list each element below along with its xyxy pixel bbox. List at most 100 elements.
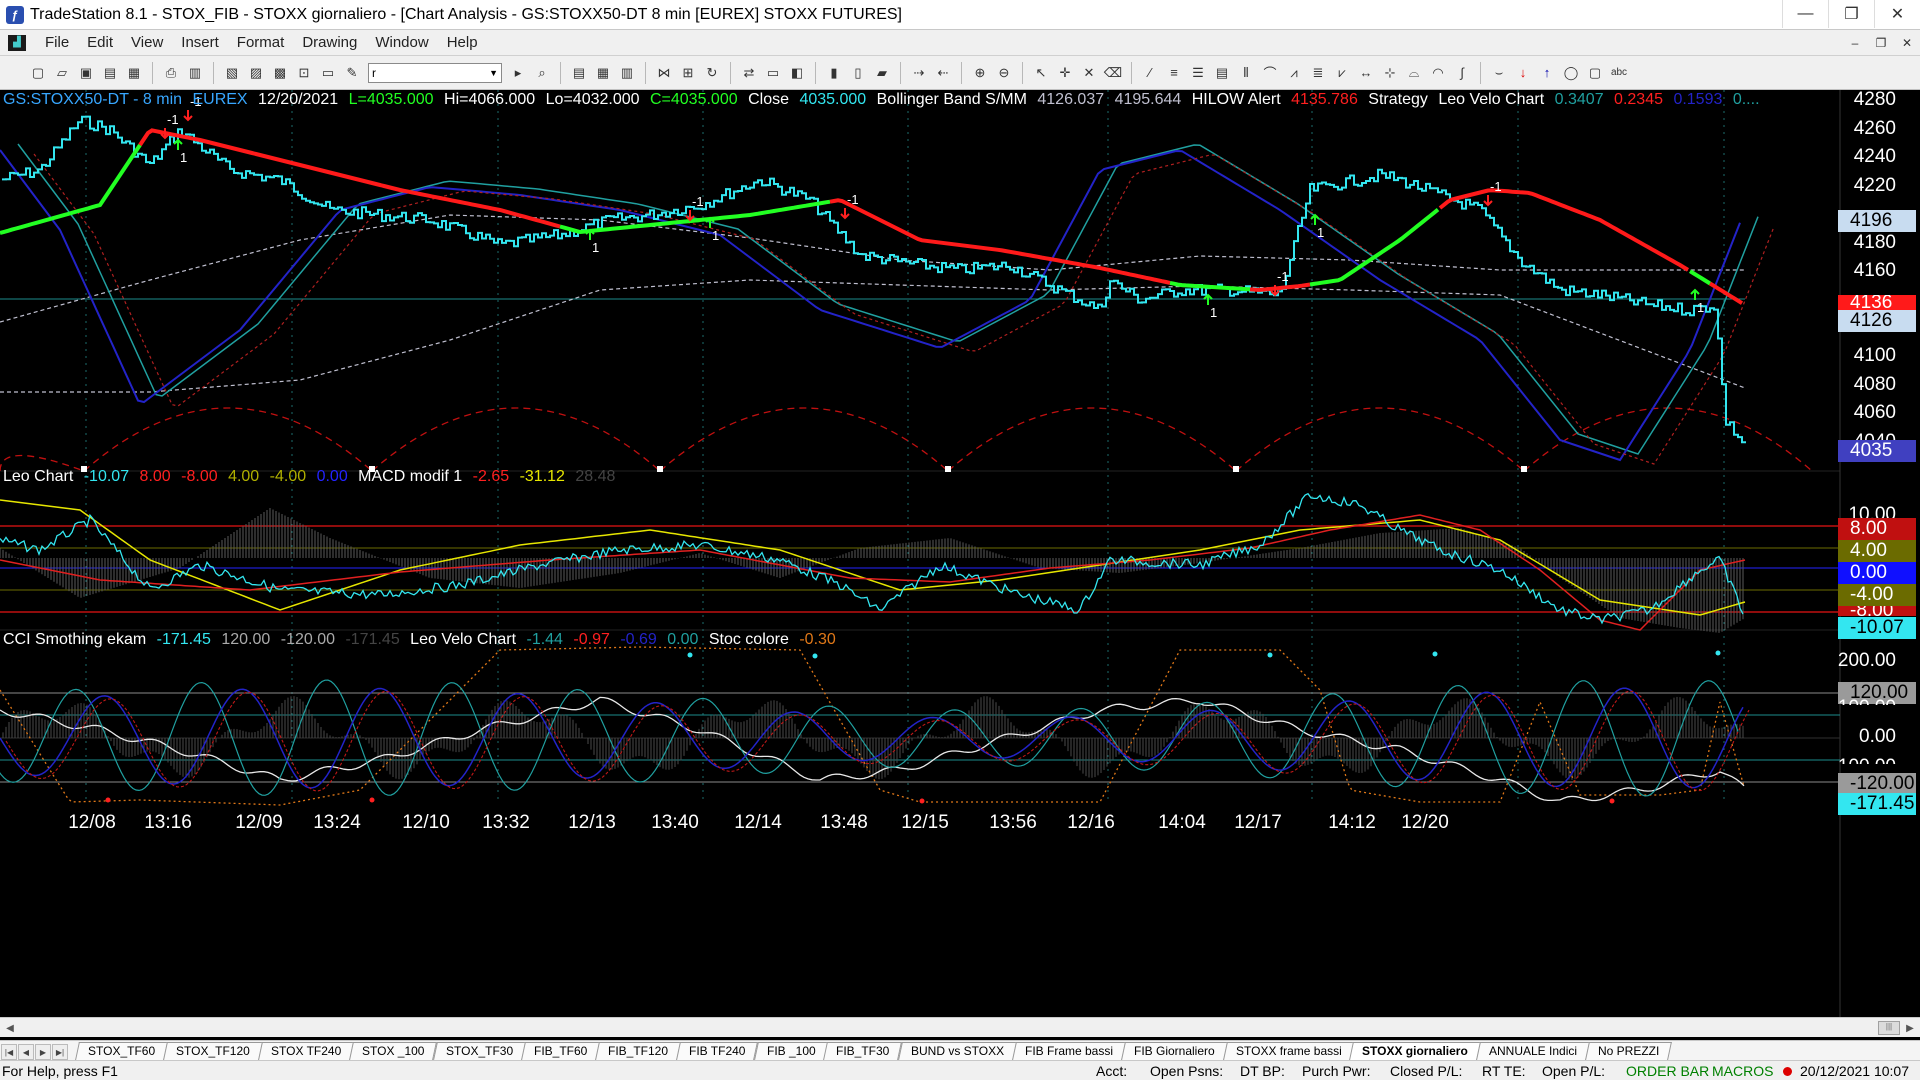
tab-workspace[interactable]: FIB_TF120 bbox=[595, 1042, 682, 1060]
menu-format[interactable]: Format bbox=[228, 34, 294, 51]
indicators-icon[interactable]: ⋈ bbox=[654, 63, 674, 83]
radar-screen-icon[interactable]: ▦ bbox=[593, 63, 613, 83]
menu-view[interactable]: View bbox=[122, 34, 172, 51]
pointer-icon[interactable]: ↖ bbox=[1031, 63, 1051, 83]
zoom-out-icon[interactable]: ⊖ bbox=[994, 63, 1014, 83]
window-icon[interactable]: ▭ bbox=[763, 63, 783, 83]
tab-workspace[interactable]: FIB Giornaliero bbox=[1121, 1042, 1228, 1060]
tab-workspace[interactable]: STOXX frame bassi bbox=[1222, 1042, 1355, 1060]
close-button[interactable]: ✕ bbox=[1874, 0, 1920, 28]
ellipse-icon[interactable]: ◯ bbox=[1561, 63, 1581, 83]
arrow-down-icon[interactable]: ↓ bbox=[1513, 63, 1533, 83]
rectangle-icon[interactable]: ▢ bbox=[1585, 63, 1605, 83]
scroll-thumb[interactable]: ||| bbox=[1878, 1021, 1900, 1035]
scroll-left-icon[interactable]: ◀ bbox=[2, 1020, 18, 1036]
fib-arc-icon[interactable]: ⌒ bbox=[1260, 63, 1280, 83]
andrews-pitchfork-icon[interactable]: ⫴ bbox=[1236, 63, 1256, 83]
cut-icon[interactable]: ▧ bbox=[222, 63, 242, 83]
tab-workspace[interactable]: STOX_TF120 bbox=[163, 1042, 263, 1060]
lock-icon[interactable]: ⊡ bbox=[294, 63, 314, 83]
fib-fan-icon[interactable]: ⩘ bbox=[1284, 63, 1304, 83]
compress-icon[interactable]: ⇢ bbox=[909, 63, 929, 83]
delete-icon[interactable]: ⌫ bbox=[1103, 63, 1123, 83]
maximize-button[interactable]: ❐ bbox=[1828, 0, 1874, 28]
print-icon[interactable]: ⎙ bbox=[161, 63, 181, 83]
mdi-restore-button[interactable]: ❐ bbox=[1868, 31, 1894, 55]
speed-lines-icon[interactable]: ≡ bbox=[1164, 63, 1184, 83]
tab-workspace[interactable]: BUND vs STOXX bbox=[897, 1042, 1017, 1060]
tab-workspace[interactable]: FIB Frame bassi bbox=[1011, 1042, 1126, 1060]
mdi-minimize-button[interactable]: – bbox=[1842, 31, 1868, 55]
print-preview-icon[interactable]: ▥ bbox=[185, 63, 205, 83]
menu-file[interactable]: File bbox=[36, 34, 78, 51]
format-icon[interactable]: ▭ bbox=[318, 63, 338, 83]
regression-icon[interactable]: ▤ bbox=[1212, 63, 1232, 83]
distance-icon[interactable]: ↔ bbox=[1356, 63, 1376, 83]
status-order-bar[interactable]: ORDER BAR bbox=[1626, 1063, 1709, 1079]
brush-icon[interactable]: ✎ bbox=[342, 63, 362, 83]
tab-workspace[interactable]: STOX_TF30 bbox=[432, 1042, 526, 1060]
horizontal-line-icon[interactable]: ☰ bbox=[1188, 63, 1208, 83]
tab-workspace[interactable]: FIB _100 bbox=[753, 1042, 829, 1060]
save-icon[interactable]: ▣ bbox=[76, 63, 96, 83]
tab-workspace-active[interactable]: STOXX giornaliero bbox=[1349, 1042, 1482, 1060]
menu-window[interactable]: Window bbox=[366, 34, 437, 51]
tab-first-icon[interactable]: |◀ bbox=[1, 1044, 17, 1060]
chart-canvas[interactable]: -1-111-11-1-111-11 bbox=[0, 90, 1920, 1017]
percent-icon[interactable]: ⊹ bbox=[1380, 63, 1400, 83]
desktop-icon[interactable]: ▦ bbox=[124, 63, 144, 83]
tab-prev-icon[interactable]: ◀ bbox=[18, 1044, 34, 1060]
horizontal-scrollbar[interactable]: ◀ ||| ▶ bbox=[0, 1017, 1920, 1037]
expand-icon[interactable]: ⇠ bbox=[933, 63, 953, 83]
text-icon[interactable]: abc bbox=[1609, 63, 1629, 83]
tab-workspace[interactable]: FIB_TF30 bbox=[823, 1042, 903, 1060]
menu-help[interactable]: Help bbox=[438, 34, 487, 51]
arc-icon[interactable]: ◠ bbox=[1428, 63, 1448, 83]
cycle-icon[interactable]: ⌓ bbox=[1404, 63, 1424, 83]
trendline-icon[interactable]: ⁄ bbox=[1140, 63, 1160, 83]
menu-drawing[interactable]: Drawing bbox=[293, 34, 366, 51]
candle-icon[interactable]: ▯ bbox=[848, 63, 868, 83]
tab-workspace[interactable]: ANNUALE Indici bbox=[1476, 1042, 1591, 1060]
open-icon[interactable]: ▱ bbox=[52, 63, 72, 83]
data-window-icon[interactable]: ⊞ bbox=[678, 63, 698, 83]
play-icon[interactable]: ▸ bbox=[508, 63, 528, 83]
save-all-icon[interactable]: ▤ bbox=[100, 63, 120, 83]
menu-insert[interactable]: Insert bbox=[172, 34, 228, 51]
fib-retracement-icon[interactable]: ≣ bbox=[1308, 63, 1328, 83]
bar-chart-icon[interactable]: ▮ bbox=[824, 63, 844, 83]
scroll-right-icon[interactable]: ▶ bbox=[1902, 1020, 1918, 1036]
tab-workspace[interactable]: STOX _100 bbox=[349, 1042, 438, 1060]
arc-line-icon[interactable]: ⌣ bbox=[1489, 63, 1509, 83]
tab-workspace[interactable]: STOX TF240 bbox=[258, 1042, 355, 1060]
status-macros[interactable]: MACROS bbox=[1712, 1063, 1773, 1079]
format-symbol-icon[interactable]: ⇄ bbox=[739, 63, 759, 83]
copy-icon[interactable]: ▨ bbox=[246, 63, 266, 83]
tools-icon[interactable]: ✕ bbox=[1079, 63, 1099, 83]
symbol-lookup-icon[interactable]: ⌕ bbox=[532, 63, 552, 83]
new-icon[interactable]: ▢ bbox=[28, 63, 48, 83]
symbol-combo[interactable]: r ▼ bbox=[368, 62, 502, 83]
crosshair-icon[interactable]: ✛ bbox=[1055, 63, 1075, 83]
freehand-icon[interactable]: ∫ bbox=[1452, 63, 1472, 83]
tab-workspace[interactable]: FIB_TF60 bbox=[520, 1042, 601, 1060]
chart-analysis-window[interactable]: -1 -1 1 1 -1 1 -1 -1 1 1 -1 1 GS:STOXX50-DT - 8 min… bbox=[0, 89, 1920, 1017]
gann-fan-icon[interactable]: ⩗ bbox=[1332, 63, 1352, 83]
minimize-button[interactable]: — bbox=[1782, 0, 1828, 28]
tab-workspace[interactable]: No PREZZI bbox=[1585, 1042, 1673, 1060]
arrow-up-icon[interactable]: ↑ bbox=[1537, 63, 1557, 83]
chart-document-icon[interactable]: ▟ bbox=[8, 34, 26, 51]
chart-analysis-icon[interactable]: ▤ bbox=[569, 63, 589, 83]
tab-last-icon[interactable]: ▶| bbox=[52, 1044, 68, 1060]
tab-workspace[interactable]: FIB TF240 bbox=[676, 1042, 759, 1060]
paste-icon[interactable]: ▩ bbox=[270, 63, 290, 83]
matrix-icon[interactable]: ▥ bbox=[617, 63, 637, 83]
zoom-in-icon[interactable]: ⊕ bbox=[970, 63, 990, 83]
refresh-icon[interactable]: ↻ bbox=[702, 63, 722, 83]
chart-style-icon[interactable]: ▰ bbox=[872, 63, 892, 83]
menu-edit[interactable]: Edit bbox=[78, 34, 122, 51]
tab-next-icon[interactable]: ▶ bbox=[35, 1044, 51, 1060]
scheme-icon[interactable]: ◧ bbox=[787, 63, 807, 83]
tab-workspace[interactable]: STOX_TF60 bbox=[75, 1042, 169, 1060]
mdi-close-button[interactable]: ✕ bbox=[1894, 31, 1920, 55]
